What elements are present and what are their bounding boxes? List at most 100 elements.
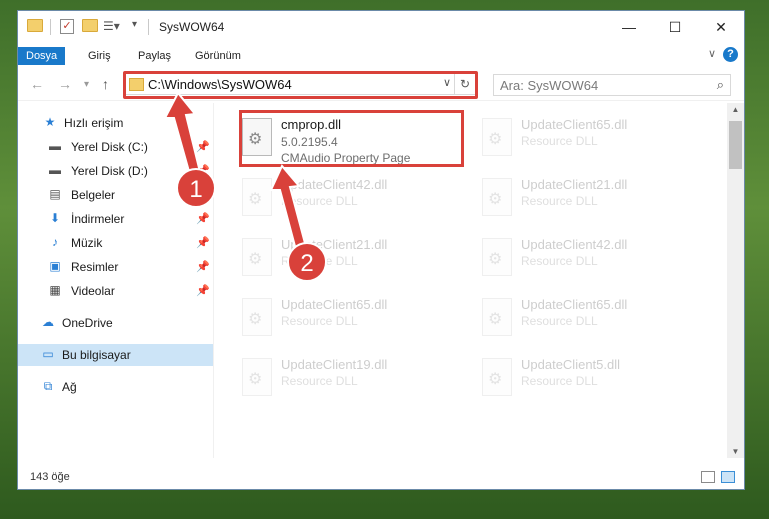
sidebar-item-music[interactable]: ♪ Müzik 📌 [18, 232, 213, 254]
pin-icon[interactable]: 📌 [196, 260, 210, 273]
vertical-scrollbar[interactable]: ▲ ▼ [727, 103, 744, 458]
cloud-icon: ☁ [42, 315, 54, 329]
music-icon: ♪ [52, 235, 58, 249]
address-row: ← → ▾ ↑ C:\Windows\SysWOW64 ∨ ↻ Ara: Sys… [18, 70, 744, 101]
quick-access-toolbar-icon[interactable]: ☰▾ [103, 19, 120, 33]
sidebar-item-downloads[interactable]: ⬇ İndirmeler 📌 [18, 208, 213, 230]
up-icon[interactable]: ↑ [102, 76, 109, 92]
dll-file-icon: ⚙ [242, 298, 272, 336]
file-tile[interactable]: ⚙ UpdateClient5.dll Resource DLL [476, 350, 716, 406]
sidebar-item-local-disk-c[interactable]: ▬ Yerel Disk (C:) 📌 [18, 136, 213, 158]
details-view-icon[interactable] [701, 471, 715, 483]
gear-icon: ⚙ [248, 311, 263, 328]
file-tile[interactable]: ⚙ UpdateClient21.dll Resource DLL [476, 170, 716, 226]
file-tile[interactable]: ⚙ UpdateClient65.dll Resource DLL [476, 110, 716, 166]
sidebar-item-videos[interactable]: ▦ Videolar 📌 [18, 280, 213, 302]
callout-1: 1 [176, 168, 216, 208]
drive-icon: ▬ [49, 139, 61, 153]
gear-icon: ⚙ [488, 131, 503, 148]
documents-icon: ▤ [49, 187, 61, 201]
search-icon[interactable]: ⌕ [717, 77, 724, 93]
item-count: 143 öğe [30, 471, 70, 483]
title-bar: ✓ ☰▾ ▾ SysWOW64 — ☐ ✕ [18, 11, 744, 44]
sidebar-item-pictures[interactable]: ▣ Resimler 📌 [18, 256, 213, 278]
pin-icon[interactable]: 📌 [196, 212, 210, 225]
gear-icon: ⚙ [488, 311, 503, 328]
file-name: UpdateClient65.dll [521, 117, 628, 132]
maximize-button[interactable]: ☐ [652, 11, 698, 44]
file-description: Resource DLL [281, 194, 358, 208]
search-placeholder: Ara: SysWOW64 [500, 78, 599, 93]
file-tile[interactable]: ⚙ UpdateClient19.dll Resource DLL [236, 350, 476, 406]
file-name: UpdateClient65.dll [281, 297, 388, 312]
customize-toolbar-chevron-icon[interactable]: ▾ [132, 19, 137, 30]
address-highlight-box [123, 71, 478, 99]
minimize-button[interactable]: — [606, 11, 652, 44]
status-bar: 143 öğe [18, 467, 744, 489]
drive-icon: ▬ [49, 163, 61, 177]
ribbon-tabs: Dosya Giriş Paylaş Görünüm ∨ ? [18, 44, 744, 68]
divider [213, 103, 214, 458]
gear-icon: ⚙ [248, 251, 263, 268]
file-tile[interactable]: ⚙ UpdateClient65.dll Resource DLL [476, 290, 716, 346]
dll-file-icon: ⚙ [242, 238, 272, 276]
gear-icon: ⚙ [248, 191, 263, 208]
tab-paylas[interactable]: Paylaş [138, 47, 171, 65]
file-name: UpdateClient19.dll [281, 357, 388, 372]
gear-icon: ⚙ [488, 251, 503, 268]
file-description: Resource DLL [521, 374, 598, 388]
dll-file-icon: ⚙ [482, 118, 512, 156]
network-icon: ⧉ [43, 379, 53, 393]
file-tile[interactable]: ⚙ UpdateClient65.dll Resource DLL [236, 290, 476, 346]
sidebar-item-quick-access[interactable]: ★ Hızlı erişim [18, 112, 213, 134]
downloads-icon: ⬇ [49, 211, 61, 225]
search-input[interactable]: Ara: SysWOW64 ⌕ [493, 74, 731, 96]
forward-icon[interactable]: → [58, 76, 72, 92]
pin-icon[interactable]: 📌 [196, 140, 210, 153]
pin-icon[interactable]: 📌 [196, 284, 210, 297]
dll-file-icon: ⚙ [482, 178, 512, 216]
explorer-window: ✓ ☰▾ ▾ SysWOW64 — ☐ ✕ Dosya Giriş Paylaş… [17, 10, 745, 490]
divider [50, 19, 51, 35]
tab-dosya[interactable]: Dosya [18, 47, 66, 65]
file-name: UpdateClient21.dll [521, 177, 628, 192]
file-tile[interactable]: ⚙ UpdateClient42.dll Resource DLL [476, 230, 716, 286]
expand-ribbon-chevron-icon[interactable]: ∨ [708, 47, 716, 60]
file-tile[interactable]: ⚙ UpdateClient21.dll Resource DLL [236, 230, 476, 286]
navigation-pane: ★ Hızlı erişim ▬ Yerel Disk (C:) 📌 ▬ Yer… [18, 103, 213, 458]
dll-file-icon: ⚙ [242, 178, 272, 216]
file-highlight-box [239, 110, 464, 167]
sidebar-item-onedrive[interactable]: ☁ OneDrive [18, 312, 213, 334]
file-tile[interactable]: ⚙ UpdateClient42.dll Resource DLL [236, 170, 476, 226]
file-description: Resource DLL [281, 314, 358, 328]
window-title: SysWOW64 [159, 20, 225, 34]
scroll-down-icon[interactable]: ▼ [727, 447, 744, 456]
new-folder-icon[interactable] [82, 19, 98, 32]
folder-icon [27, 19, 43, 32]
sidebar-item-this-pc[interactable]: ▭ Bu bilgisayar [18, 344, 213, 366]
gear-icon: ⚙ [488, 191, 503, 208]
divider [148, 19, 149, 35]
tiles-view-icon[interactable] [721, 471, 735, 483]
pictures-icon: ▣ [49, 259, 61, 273]
file-name: UpdateClient42.dll [521, 237, 628, 252]
back-icon[interactable]: ← [30, 76, 44, 92]
computer-icon: ▭ [42, 347, 54, 361]
file-name: UpdateClient65.dll [521, 297, 628, 312]
tab-gorunum[interactable]: Görünüm [195, 47, 241, 65]
tab-giris[interactable]: Giriş [88, 47, 111, 65]
pin-icon[interactable]: 📌 [196, 236, 210, 249]
dll-file-icon: ⚙ [242, 358, 272, 396]
callout-2: 2 [287, 242, 327, 282]
gear-icon: ⚙ [488, 371, 503, 388]
file-description: Resource DLL [521, 134, 598, 148]
file-description: Resource DLL [521, 194, 598, 208]
properties-icon[interactable]: ✓ [60, 19, 74, 34]
close-button[interactable]: ✕ [698, 11, 744, 44]
scrollbar-thumb[interactable] [729, 121, 742, 169]
file-name: UpdateClient5.dll [521, 357, 621, 372]
sidebar-item-network[interactable]: ⧉ Ağ [18, 376, 213, 398]
scroll-up-icon[interactable]: ▲ [727, 105, 744, 114]
help-icon[interactable]: ? [723, 47, 738, 62]
recent-locations-chevron-icon[interactable]: ▾ [84, 79, 89, 90]
